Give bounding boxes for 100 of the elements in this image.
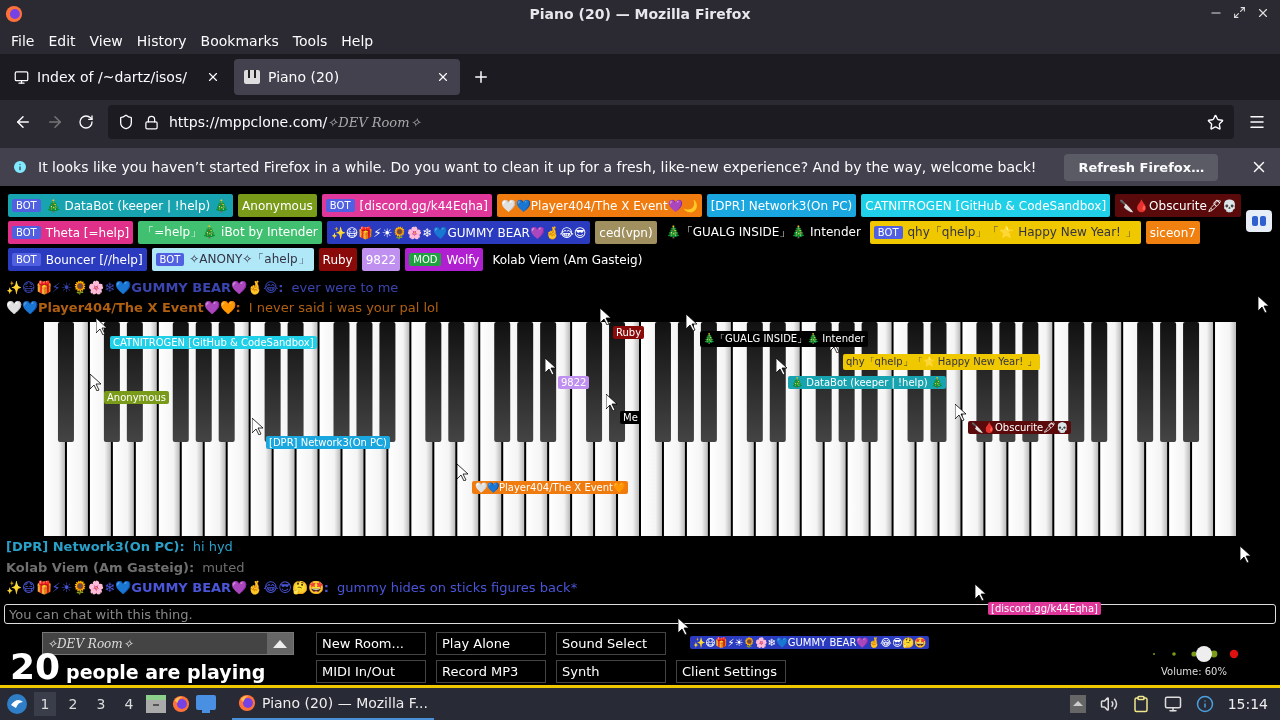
extension-button[interactable] (1246, 210, 1272, 232)
cursor-icon (1240, 546, 1252, 563)
piano-keyboard[interactable] (43, 322, 1237, 537)
cursor-icon (686, 314, 698, 331)
user-badge: MOD (409, 253, 442, 266)
cursor-icon (545, 358, 557, 375)
cursor-label: qhy「qhelp」「🌟 Happy New Year! 」 (843, 354, 1040, 370)
cursor-label: CATNITROGEN [GitHub & CodeSandbox] (110, 336, 317, 349)
close-tab-icon[interactable] (436, 70, 450, 84)
cursor-icon (1258, 296, 1270, 313)
refresh-button[interactable]: Refresh Firefox… (1064, 153, 1219, 181)
chat-message: I never said i was your pal lol (248, 300, 439, 316)
cursor-label: [discord.gg/k44Eqha] (988, 602, 1101, 615)
workspace-button[interactable]: 2 (62, 692, 84, 716)
user-tag[interactable]: BOT ✧ANONY✧「ahelp」 (151, 248, 314, 271)
user-name: qhy「qhelp」「🌟 Happy New Year! 」 (907, 224, 1137, 241)
menu-button[interactable]: Play Alone (436, 632, 546, 656)
cursor-icon (975, 584, 987, 601)
user-tag[interactable]: BOT [discord.gg/k44Eqha] (321, 194, 492, 217)
user-name: Wolfy (446, 252, 480, 267)
user-tag[interactable]: BOT 🎄 DataBot (keeper | !help) 🎄 (8, 194, 234, 217)
cursor-icon (776, 358, 788, 375)
user-tag[interactable]: BOT Theta [=help] (8, 221, 134, 244)
browser-tab[interactable]: Piano (20) (234, 59, 460, 95)
cursor-label: Me (620, 411, 641, 424)
workspace-button[interactable]: 4 (118, 692, 140, 716)
close-tab-icon[interactable] (206, 70, 220, 84)
address-field[interactable]: https://mppclone.com/✧DEV Room✧ (108, 105, 1234, 139)
cursor-label: 🎄「GUALG INSIDE」🎄 Intender (700, 331, 868, 347)
user-tag[interactable]: MOD Wolfy (405, 248, 484, 271)
menu-button[interactable]: Record MP3 (436, 660, 546, 684)
cursor-label: ✨😷🎁⚡☀🌻🌸❄💙GUMMY BEAR💜🤞😂😎🤔🤩 (690, 636, 930, 649)
cursor-icon (678, 618, 690, 635)
reload-icon[interactable] (78, 114, 94, 130)
notification-icon[interactable] (1195, 695, 1214, 713)
chat-author: Kolab Viem (Am Gasteig): (6, 559, 195, 575)
user-badge: BOT (325, 199, 355, 212)
info-icon (12, 159, 28, 175)
caret-up-icon (273, 639, 287, 648)
user-badge: BOT (873, 226, 903, 239)
cursor-icon (90, 374, 102, 391)
cursor-label: Ruby (613, 326, 645, 339)
menu-item[interactable]: Edit (41, 33, 83, 49)
start-menu-icon[interactable] (6, 693, 28, 715)
menu-button[interactable]: Synth (556, 660, 666, 684)
menu-button[interactable]: MIDI In/Out (316, 660, 426, 684)
menu-item[interactable]: Tools (285, 33, 335, 49)
user-badge: BOT (12, 199, 41, 212)
menu-item[interactable]: File (4, 33, 42, 49)
chat-message: muted (202, 559, 245, 575)
close-icon[interactable] (1256, 6, 1270, 20)
menu-item[interactable]: Help (334, 33, 381, 49)
cursor-icon (457, 464, 469, 481)
back-icon[interactable] (14, 113, 32, 131)
maximize-icon[interactable] (1233, 6, 1246, 19)
cursor-label: 9822 (558, 376, 590, 389)
window-title: Piano (20) — Mozilla Firefox (529, 6, 751, 22)
cursor-label: 🔪🩸Obscurite🖋💀 (968, 421, 1072, 434)
cursor-label: [DPR] Network3(On PC) (266, 436, 390, 449)
menu-item[interactable]: View (82, 33, 130, 49)
menu-icon[interactable] (1248, 113, 1266, 131)
menu-item[interactable]: History (129, 33, 194, 49)
workspace-button[interactable]: 1 (34, 692, 56, 716)
chat-message: ever were to me (291, 279, 399, 295)
menu-button[interactable]: Client Settings (676, 660, 786, 684)
cursor-icon (252, 418, 264, 435)
file-manager-icon[interactable] (146, 695, 166, 713)
user-name: 🎄 DataBot (keeper | !help) 🎄 (45, 198, 230, 213)
bookmark-star-icon[interactable] (1207, 113, 1224, 131)
window-icon[interactable] (196, 695, 216, 713)
user-name: Bouncer [//help] (45, 252, 143, 267)
workspace-button[interactable]: 3 (90, 692, 112, 716)
user-tag[interactable]: BOT qhy「qhelp」「🌟 Happy New Year! 」 (869, 221, 1141, 244)
lock-icon (144, 114, 159, 130)
menu-item[interactable]: Bookmarks (193, 33, 286, 49)
browser-tab[interactable]: Index of /~dartz/isos/ (4, 59, 230, 95)
cursor-icon (606, 394, 618, 411)
tray-expand-icon[interactable] (1069, 695, 1086, 713)
firefox-icon (5, 5, 23, 23)
clipboard-icon[interactable] (1131, 695, 1150, 713)
cursor-label: Anonymous (104, 391, 169, 404)
new-tab-icon[interactable] (472, 68, 490, 86)
user-tag[interactable]: BOT Bouncer [//help] (8, 248, 147, 271)
clock: 15:14 (1227, 696, 1268, 712)
taskbar-window[interactable]: Piano (20) — Mozilla F... (232, 688, 434, 720)
chat-message: hi hyd (192, 539, 233, 555)
chat-message: gummy hides on sticks figures back* (337, 580, 578, 596)
piano-icon (244, 70, 260, 84)
chat-author: 🤍💙Player404/The X Event💜🧡: (6, 300, 241, 316)
menu-button[interactable]: Sound Select (556, 632, 666, 656)
chat-author: ✨😷🎁⚡☀🌻🌸❄💙GUMMY BEAR💜🤞😂: (6, 279, 284, 295)
cursor-icon (96, 318, 108, 335)
cursor-icon (955, 404, 967, 421)
firefox-icon (172, 695, 190, 713)
menu-button[interactable]: New Room... (316, 632, 426, 656)
forward-icon[interactable] (46, 113, 64, 131)
user-badge: BOT (12, 226, 41, 239)
shield-icon (118, 114, 134, 130)
volume-label: Volume: 60% (1161, 666, 1227, 678)
speaker-icon[interactable] (1099, 695, 1118, 713)
